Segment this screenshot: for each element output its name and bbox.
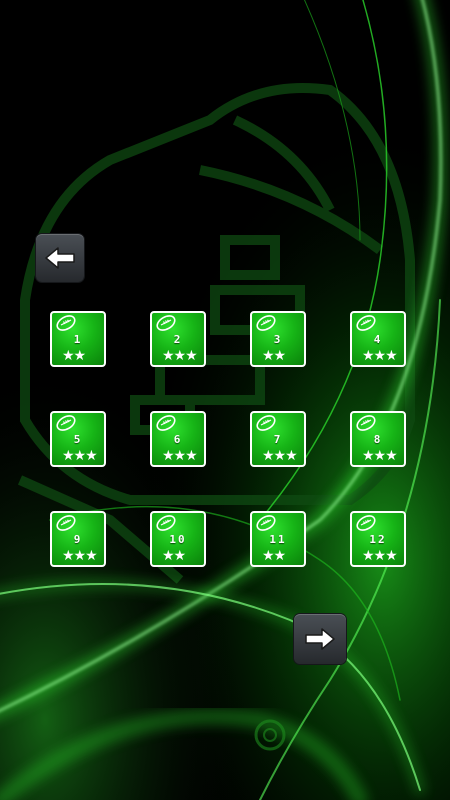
football-icon bbox=[56, 515, 76, 531]
star-rating: ★★★ bbox=[162, 348, 198, 364]
football-icon bbox=[356, 415, 376, 431]
level-number: 1 bbox=[73, 333, 83, 346]
star-rating: ★★★ bbox=[362, 548, 398, 564]
level-number: 12 bbox=[369, 533, 387, 546]
star-rating: ★★★ bbox=[362, 448, 398, 464]
football-icon bbox=[256, 315, 276, 331]
level-tile-8[interactable]: 8 ★★★ bbox=[350, 411, 406, 467]
level-tile-10[interactable]: 10 ★★ bbox=[150, 511, 206, 567]
level-select-screen: 1 ★★ 2 ★★★ 3 ★★ 4 ★★★ 5 ★★★ 6 ★★★ 7 ★★★ 8 ★★★ 9 ★★★ 10 ★★ 11… bbox=[0, 0, 450, 800]
level-number: 9 bbox=[73, 533, 83, 546]
level-number: 6 bbox=[173, 433, 183, 446]
level-number: 8 bbox=[373, 433, 383, 446]
football-icon bbox=[156, 415, 176, 431]
football-icon bbox=[356, 315, 376, 331]
football-icon bbox=[356, 515, 376, 531]
star-rating: ★★★ bbox=[162, 448, 198, 464]
football-icon bbox=[256, 515, 276, 531]
level-number: 4 bbox=[373, 333, 383, 346]
level-tile-2[interactable]: 2 ★★★ bbox=[150, 311, 206, 367]
level-tile-4[interactable]: 4 ★★★ bbox=[350, 311, 406, 367]
football-icon bbox=[56, 315, 76, 331]
star-rating: ★★ bbox=[262, 548, 286, 564]
level-tile-1[interactable]: 1 ★★ bbox=[50, 311, 106, 367]
star-rating: ★★ bbox=[262, 348, 286, 364]
level-number: 3 bbox=[273, 333, 283, 346]
level-tile-12[interactable]: 12 ★★★ bbox=[350, 511, 406, 567]
football-icon bbox=[156, 315, 176, 331]
star-rating: ★★ bbox=[62, 348, 86, 364]
football-icon bbox=[156, 515, 176, 531]
football-icon bbox=[256, 415, 276, 431]
star-rating: ★★★ bbox=[62, 548, 98, 564]
level-number: 10 bbox=[169, 533, 187, 546]
level-tile-3[interactable]: 3 ★★ bbox=[250, 311, 306, 367]
star-rating: ★★★ bbox=[62, 448, 98, 464]
level-tile-11[interactable]: 11 ★★ bbox=[250, 511, 306, 567]
star-rating: ★★★ bbox=[262, 448, 298, 464]
level-tile-9[interactable]: 9 ★★★ bbox=[50, 511, 106, 567]
star-rating: ★★ bbox=[162, 548, 186, 564]
level-number: 7 bbox=[273, 433, 283, 446]
level-tile-7[interactable]: 7 ★★★ bbox=[250, 411, 306, 467]
level-number: 2 bbox=[173, 333, 183, 346]
star-rating: ★★★ bbox=[362, 348, 398, 364]
level-grid: 1 ★★ 2 ★★★ 3 ★★ 4 ★★★ 5 ★★★ 6 ★★★ 7 ★★★ 8 ★★★ 9 ★★★ 10 ★★ 11… bbox=[0, 0, 450, 800]
level-number: 5 bbox=[73, 433, 83, 446]
football-icon bbox=[56, 415, 76, 431]
level-tile-6[interactable]: 6 ★★★ bbox=[150, 411, 206, 467]
level-number: 11 bbox=[269, 533, 287, 546]
level-tile-5[interactable]: 5 ★★★ bbox=[50, 411, 106, 467]
